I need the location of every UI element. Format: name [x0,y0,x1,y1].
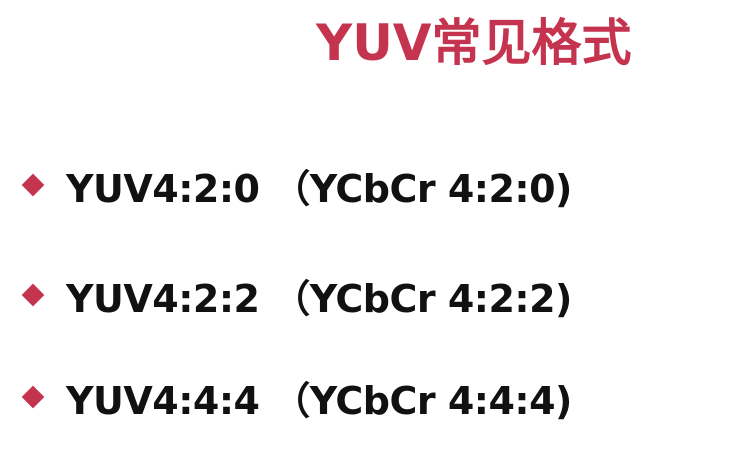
diamond-bullet-icon [22,284,44,306]
slide: YUV常见格式 YUV4:2:0 （YCbCr 4:2:0) YUV4:2:2 … [0,0,729,453]
bullet-item-yuv444: YUV4:4:4 （YCbCr 4:4:4) [22,372,572,423]
bullet-item-yuv422: YUV4:2:2 （YCbCr 4:2:2) [22,270,572,321]
bullet-label: YUV4:4:4 （YCbCr 4:4:4) [66,378,572,423]
diamond-bullet-icon [22,174,44,196]
bullet-label: YUV4:2:2 （YCbCr 4:2:2) [66,276,572,321]
slide-title: YUV常见格式 [316,14,632,72]
bullet-label: YUV4:2:0 （YCbCr 4:2:0) [66,166,572,211]
diamond-bullet-icon [22,386,44,408]
bullet-item-yuv420: YUV4:2:0 （YCbCr 4:2:0) [22,160,572,211]
